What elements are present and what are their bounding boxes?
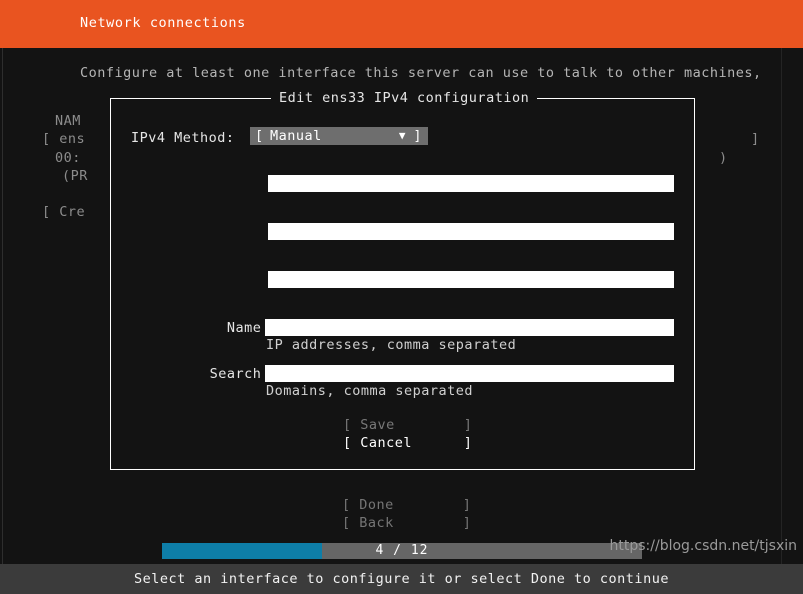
back-button[interactable]: [ Back ] — [342, 515, 471, 531]
name-servers-input[interactable] — [265, 319, 674, 336]
ipv4-method-dropdown[interactable]: [ Manual ▼ ] — [250, 127, 428, 145]
background-row-mac: 00: — [55, 150, 81, 166]
installer-screen: Network connections Configure at least o… — [0, 0, 803, 594]
name-servers-hint: IP addresses, comma separated — [266, 337, 517, 353]
background-column-header: NAM — [55, 113, 81, 129]
terminal-border-right — [781, 48, 782, 564]
background-row-paren-close: ) — [719, 150, 728, 166]
background-row-interface[interactable]: [ ens — [42, 131, 85, 147]
edit-ipv4-configuration-dialog: Edit ens33 IPv4 configuration IPv4 Metho… — [110, 90, 695, 470]
save-button[interactable]: [ Save ] — [343, 417, 472, 433]
background-row-protocol: (PR — [62, 168, 88, 184]
app-header: Network connections — [0, 0, 803, 48]
dropdown-bracket-open: [ — [255, 128, 264, 144]
watermark-url: https://blog.csdn.net/tjsxin — [609, 538, 797, 554]
progress-label: 4 / 12 — [375, 543, 429, 558]
intro-description: Configure at least one interface this se… — [80, 65, 762, 81]
install-progress-bar: 4 / 12 — [162, 543, 642, 559]
subnet-input[interactable] — [268, 175, 674, 192]
status-bar-text: Select an interface to configure it or s… — [134, 571, 669, 587]
done-button[interactable]: [ Done ] — [342, 497, 471, 513]
ipv4-method-selected-value: Manual — [270, 128, 322, 144]
dialog-title: Edit ens33 IPv4 configuration — [271, 90, 538, 106]
status-bar: Select an interface to configure it or s… — [0, 538, 803, 594]
search-domains-input[interactable] — [265, 365, 674, 382]
chevron-down-icon: ▼ — [398, 129, 406, 142]
terminal-border-left — [2, 48, 3, 564]
address-input[interactable] — [268, 223, 674, 240]
dropdown-bracket-close: ] — [413, 128, 422, 144]
background-create-button[interactable]: [ Cre — [42, 204, 85, 220]
ipv4-method-label: IPv4 Method: — [131, 130, 235, 146]
gateway-input[interactable] — [268, 271, 674, 288]
cancel-button[interactable]: [ Cancel ] — [343, 435, 472, 451]
search-domains-hint: Domains, comma separated — [266, 383, 474, 399]
page-title: Network connections — [80, 15, 246, 31]
background-row-bracket-close: ] — [751, 131, 760, 147]
